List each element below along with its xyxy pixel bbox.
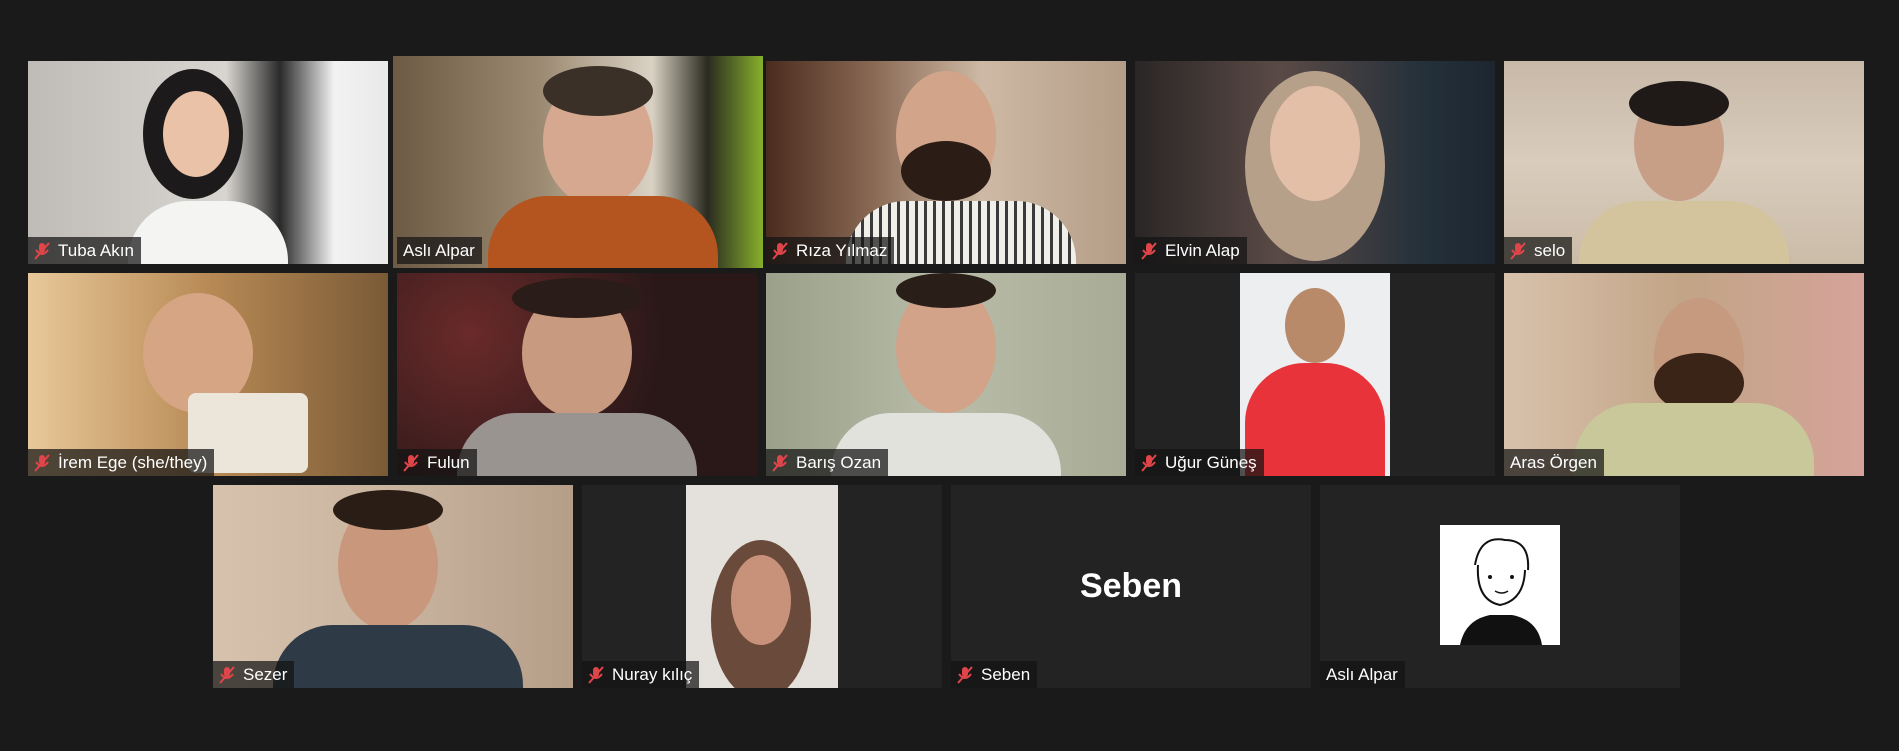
participant-name: Aslı Alpar xyxy=(1326,664,1398,684)
microphone-muted-icon xyxy=(403,453,419,472)
video-feed xyxy=(397,273,757,476)
microphone-muted-icon xyxy=(34,453,50,472)
participant-name: Fulun xyxy=(427,452,470,472)
participant-tile-1[interactable]: Tuba Akın xyxy=(28,61,388,264)
microphone-muted-icon xyxy=(957,665,973,684)
video-feed xyxy=(686,485,838,688)
microphone-muted-icon xyxy=(1141,453,1157,472)
participant-tile-5[interactable]: selo xyxy=(1504,61,1864,264)
video-off-name-display: Seben xyxy=(1079,567,1183,605)
participant-name: Tuba Akın xyxy=(58,240,134,260)
participant-tile-13[interactable]: Seben Seben xyxy=(951,485,1311,688)
participant-name: Aslı Alpar xyxy=(403,240,475,260)
participant-tile-2-active-speaker[interactable]: Aslı Alpar xyxy=(393,56,763,268)
participant-tile-14[interactable]: Aslı Alpar xyxy=(1320,485,1680,688)
participant-nameplate: Fulun xyxy=(397,449,477,476)
video-feed xyxy=(1504,273,1864,476)
participant-nameplate: İrem Ege (she/they) xyxy=(28,449,215,476)
participant-name: Nuray kılıç xyxy=(612,664,693,684)
participant-nameplate: Nuray kılıç xyxy=(582,661,700,688)
participant-nameplate: selo xyxy=(1504,237,1573,264)
video-feed xyxy=(28,273,388,476)
participant-nameplate: Barış Ozan xyxy=(766,449,889,476)
participant-name: Seben xyxy=(981,664,1031,684)
video-feed xyxy=(1135,61,1495,264)
microphone-muted-icon xyxy=(588,665,604,684)
participant-tile-9[interactable]: Uğur Güneş xyxy=(1135,273,1495,476)
video-feed xyxy=(766,61,1126,264)
participant-nameplate: Uğur Güneş xyxy=(1135,449,1264,476)
video-feed xyxy=(766,273,1126,476)
participant-name: Aras Örgen xyxy=(1510,452,1597,472)
participant-nameplate: Seben xyxy=(951,661,1038,688)
microphone-muted-icon xyxy=(34,241,50,260)
participant-nameplate: Tuba Akın xyxy=(28,237,141,264)
microphone-muted-icon xyxy=(1510,241,1526,260)
participant-tile-4[interactable]: Elvin Alap xyxy=(1135,61,1495,264)
participant-nameplate: Rıza Yılmaz xyxy=(766,237,895,264)
participant-name: İrem Ege (she/they) xyxy=(58,452,208,472)
microphone-muted-icon xyxy=(772,241,788,260)
participant-name: Sezer xyxy=(243,664,288,684)
participant-nameplate: Elvin Alap xyxy=(1135,237,1247,264)
participant-tile-8[interactable]: Barış Ozan xyxy=(766,273,1126,476)
participant-tile-12[interactable]: Nuray kılıç xyxy=(582,485,942,688)
participant-nameplate: Aras Örgen xyxy=(1504,449,1604,476)
video-feed xyxy=(1504,61,1864,264)
participant-name: selo xyxy=(1534,240,1566,260)
participant-tile-11[interactable]: Sezer xyxy=(213,485,573,688)
participant-name: Barış Ozan xyxy=(796,452,882,472)
participant-name: Rıza Yılmaz xyxy=(796,240,888,260)
participant-tile-3[interactable]: Rıza Yılmaz xyxy=(766,61,1126,264)
participant-tile-6[interactable]: İrem Ege (she/they) xyxy=(28,273,388,476)
participant-tile-10[interactable]: Aras Örgen xyxy=(1504,273,1864,476)
video-feed xyxy=(28,61,388,264)
participant-name: Elvin Alap xyxy=(1165,240,1240,260)
participant-nameplate: Aslı Alpar xyxy=(397,237,482,264)
microphone-muted-icon xyxy=(772,453,788,472)
participant-name: Uğur Güneş xyxy=(1165,452,1257,472)
video-feed xyxy=(213,485,573,688)
microphone-muted-icon xyxy=(1141,241,1157,260)
participant-nameplate: Sezer xyxy=(213,661,295,688)
video-feed xyxy=(1240,273,1390,476)
profile-picture-sketch xyxy=(1440,525,1560,645)
participant-tile-7[interactable]: Fulun xyxy=(397,273,757,476)
microphone-muted-icon xyxy=(219,665,235,684)
participant-nameplate: Aslı Alpar xyxy=(1320,661,1405,688)
